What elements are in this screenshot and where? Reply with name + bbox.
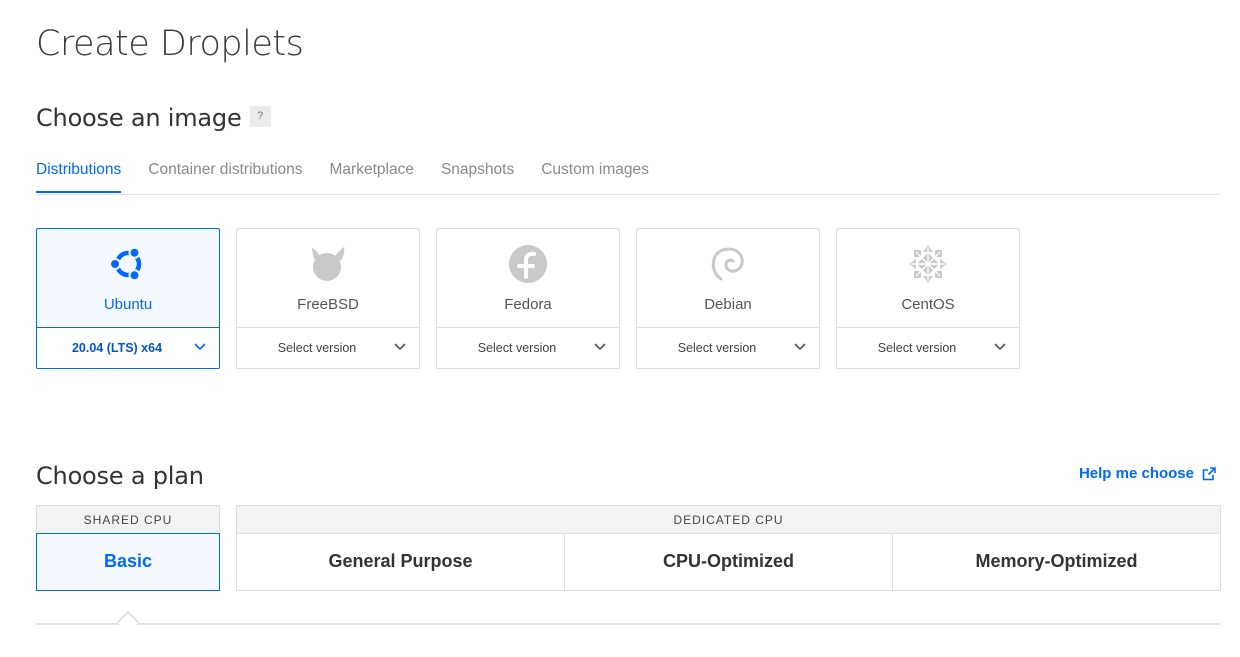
- version-label: Select version: [877, 341, 957, 355]
- version-select-debian[interactable]: Select version: [637, 327, 819, 368]
- version-select-centos[interactable]: Select version: [837, 327, 1019, 368]
- plan-divider: [36, 623, 1220, 625]
- distro-card-fedora[interactable]: Fedora Select version: [436, 228, 620, 369]
- distro-card-centos[interactable]: CentOS Select version: [836, 228, 1020, 369]
- version-select-freebsd[interactable]: Select version: [237, 327, 419, 368]
- choose-plan-title: Choose a plan: [36, 462, 204, 490]
- selected-plan-pointer: [116, 610, 140, 634]
- choose-image-title: Choose an image: [36, 104, 242, 132]
- freebsd-logo-icon: [312, 247, 345, 281]
- external-link-icon: [1202, 466, 1216, 480]
- version-label: Select version: [677, 341, 757, 355]
- plan-memory-optimized[interactable]: Memory-Optimized: [893, 533, 1221, 591]
- tab-custom-images[interactable]: Custom images: [541, 152, 649, 193]
- chevron-down-icon: [394, 343, 406, 351]
- centos-logo-icon: [909, 245, 947, 283]
- distro-name: CentOS: [901, 296, 955, 313]
- tab-snapshots[interactable]: Snapshots: [441, 152, 514, 193]
- version-label: Select version: [277, 341, 357, 355]
- debian-logo-icon: [711, 247, 744, 281]
- help-me-choose-link[interactable]: Help me choose: [1079, 465, 1216, 482]
- distro-name: Debian: [704, 296, 752, 313]
- chevron-down-icon: [994, 343, 1006, 351]
- distro-name: Ubuntu: [103, 296, 153, 313]
- fedora-logo-icon: [509, 245, 547, 283]
- shared-cpu-group: SHARED CPU Basic: [36, 505, 220, 591]
- version-label: Select version: [477, 341, 557, 355]
- distro-card-ubuntu[interactable]: Ubuntu 20.04 (LTS) x64: [36, 228, 220, 369]
- tab-distributions[interactable]: Distributions: [36, 152, 122, 193]
- plan-cpu-optimized[interactable]: CPU-Optimized: [565, 533, 893, 591]
- help-link-label: Help me choose: [1078, 465, 1194, 482]
- ubuntu-logo-icon: [109, 246, 142, 282]
- chevron-down-icon: [594, 343, 606, 351]
- plan-basic[interactable]: Basic: [36, 533, 220, 591]
- page-title: Create Droplets: [36, 24, 304, 64]
- version-label: 20.04 (LTS) x64: [71, 341, 163, 355]
- chevron-down-icon: [794, 343, 806, 351]
- distro-name: Fedora: [504, 296, 552, 313]
- version-select-fedora[interactable]: Select version: [437, 327, 619, 368]
- chevron-down-icon: [194, 343, 206, 351]
- dedicated-cpu-group: DEDICATED CPU General Purpose CPU-Optimi…: [236, 505, 1221, 591]
- version-select-ubuntu[interactable]: 20.04 (LTS) x64: [37, 327, 219, 368]
- distro-card-debian[interactable]: Debian Select version: [636, 228, 820, 369]
- image-tabs: Distributions Container distributions Ma…: [36, 152, 1220, 195]
- tab-marketplace[interactable]: Marketplace: [330, 152, 414, 193]
- distro-name: FreeBSD: [297, 296, 359, 313]
- choose-image-heading: Choose an image?: [36, 103, 271, 133]
- group-label: SHARED CPU: [83, 513, 173, 527]
- distro-card-freebsd[interactable]: FreeBSD Select version: [236, 228, 420, 369]
- group-label: DEDICATED CPU: [673, 513, 784, 527]
- tab-container-distributions[interactable]: Container distributions: [148, 152, 302, 193]
- help-icon[interactable]: ?: [249, 105, 271, 127]
- plan-general-purpose[interactable]: General Purpose: [236, 533, 565, 591]
